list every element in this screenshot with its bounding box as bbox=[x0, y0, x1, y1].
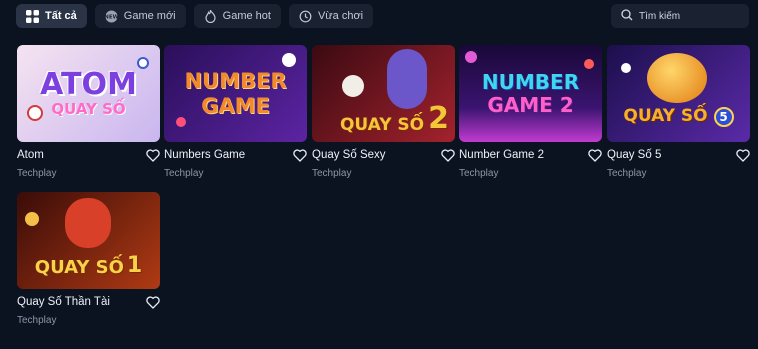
tab-label: Tất cả bbox=[45, 10, 77, 22]
game-card[interactable]: QUAY SỐ 5 Quay Số 5 Techplay bbox=[607, 45, 750, 185]
tab-hot-games[interactable]: Game hot bbox=[193, 4, 281, 28]
favorite-heart-icon[interactable] bbox=[293, 149, 307, 162]
game-title: Numbers Game bbox=[164, 149, 246, 161]
game-card[interactable]: NUMBER GAME 2 Number Game 2 Techplay bbox=[459, 45, 602, 185]
favorite-heart-icon[interactable] bbox=[736, 149, 750, 162]
game-title: Number Game 2 bbox=[459, 149, 545, 161]
tab-new-games[interactable]: NEW Game mới bbox=[94, 4, 186, 28]
tab-label: Vừa chơi bbox=[317, 10, 364, 22]
game-logo: ATOM QUAY SỐ bbox=[40, 67, 137, 118]
game-title: Quay Số Sexy bbox=[312, 149, 386, 161]
game-logo: NUMBER GAME 2 bbox=[481, 70, 580, 117]
svg-text:NEW: NEW bbox=[105, 14, 118, 20]
favorite-heart-icon[interactable] bbox=[146, 149, 160, 162]
tab-all[interactable]: Tất cả bbox=[16, 4, 87, 28]
game-provider: Techplay bbox=[607, 168, 647, 179]
game-logo: QUAY SỐ 1 bbox=[34, 252, 143, 278]
grid-icon bbox=[26, 9, 39, 23]
game-thumbnail[interactable]: NUMBER GAME 2 bbox=[459, 45, 602, 142]
game-provider: Techplay bbox=[17, 168, 57, 179]
favorite-heart-icon[interactable] bbox=[441, 149, 455, 162]
tab-label: Game mới bbox=[123, 10, 176, 22]
game-provider: Techplay bbox=[164, 168, 204, 179]
search-icon bbox=[621, 8, 633, 24]
tab-recent[interactable]: Vừa chơi bbox=[288, 4, 374, 28]
game-thumbnail[interactable]: QUAY SỐ 5 bbox=[607, 45, 750, 142]
search-input[interactable]: Tìm kiếm bbox=[611, 4, 749, 28]
game-thumbnail[interactable]: NUMBER GAME bbox=[164, 45, 307, 142]
search-label: Tìm kiếm bbox=[639, 10, 681, 22]
new-badge-icon: NEW bbox=[104, 10, 119, 23]
game-logo: QUAY SỐ 2 bbox=[339, 101, 449, 136]
favorite-heart-icon[interactable] bbox=[588, 149, 602, 162]
flame-icon bbox=[204, 8, 217, 23]
game-card[interactable]: ATOM QUAY SỐ Atom Techplay bbox=[17, 45, 160, 185]
game-card[interactable]: QUAY SỐ 2 Quay Số Sexy Techplay bbox=[312, 45, 455, 185]
history-icon bbox=[299, 10, 312, 23]
game-thumbnail[interactable]: QUAY SỐ 1 bbox=[17, 192, 160, 289]
game-logo: NUMBER GAME bbox=[184, 68, 287, 118]
game-card[interactable]: NUMBER GAME Numbers Game Techplay bbox=[164, 45, 307, 185]
game-provider: Techplay bbox=[17, 315, 57, 326]
game-title: Atom bbox=[17, 149, 44, 161]
game-thumbnail[interactable]: ATOM QUAY SỐ bbox=[17, 45, 160, 142]
favorite-heart-icon[interactable] bbox=[146, 296, 160, 309]
category-tabs: Tất cả NEW Game mới Game hot Vừa chơi bbox=[16, 4, 374, 28]
game-thumbnail[interactable]: QUAY SỐ 2 bbox=[312, 45, 455, 142]
game-provider: Techplay bbox=[312, 168, 352, 179]
game-logo: QUAY SỐ 5 bbox=[617, 106, 739, 127]
game-card[interactable]: QUAY SỐ 1 Quay Số Thần Tài Techplay bbox=[17, 192, 160, 332]
tab-label: Game hot bbox=[222, 10, 271, 22]
game-title: Quay Số 5 bbox=[607, 149, 662, 161]
game-title: Quay Số Thần Tài bbox=[17, 296, 110, 308]
game-provider: Techplay bbox=[459, 168, 499, 179]
